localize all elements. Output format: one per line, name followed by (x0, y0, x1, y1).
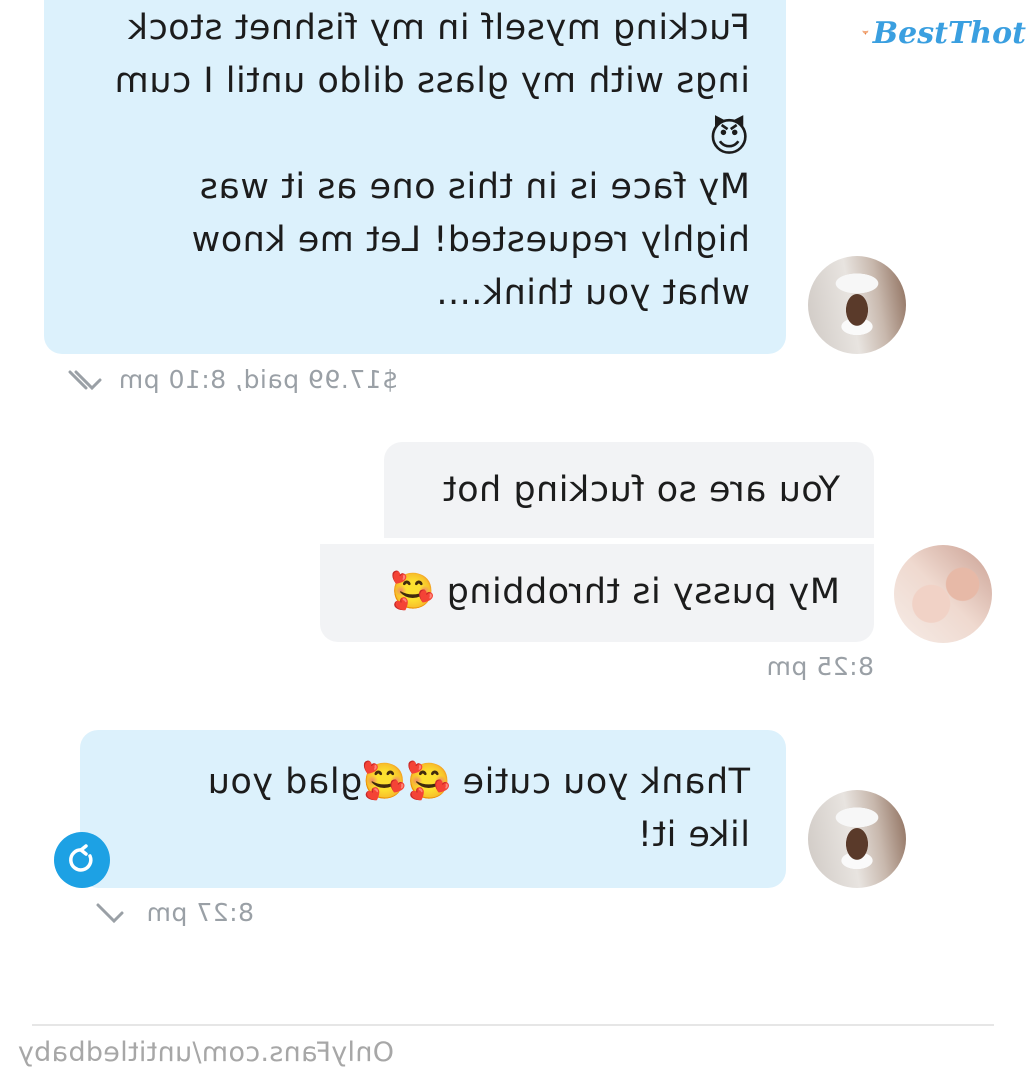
double-check-icon (68, 370, 102, 390)
refresh-glyph (69, 844, 93, 872)
avatar[interactable] (808, 256, 906, 354)
message-text-line: what you think.... (435, 273, 750, 313)
message-text-line: Thank you cutie 🥰🥰glad you (207, 762, 750, 802)
meta-text: 8:25 pm (766, 652, 874, 681)
message-text-line: highly requested! Let me know (191, 220, 750, 260)
message-bubble-sent[interactable]: My pussy is throbbing 🥰 (320, 544, 874, 642)
message-text-line: ings with my glass dildo until I cum (114, 61, 750, 101)
message-text-line: My face is in this one as it was (199, 167, 750, 207)
avatar[interactable] (808, 790, 906, 888)
message-bubble-sent[interactable]: You are so fucking hot (384, 442, 874, 538)
chat-thread: Fucking myself in my fishnet stock ings … (0, 0, 1026, 1080)
meta-text: $17.99 paid, 8:10 pm (118, 365, 398, 394)
refresh-icon[interactable] (54, 832, 110, 888)
footer-divider (32, 1024, 994, 1026)
avatar[interactable] (894, 545, 992, 643)
watermark-text: BestThot (872, 15, 1026, 51)
message-text: My pussy is throbbing 🥰 (390, 572, 840, 612)
bikini-logo-icon (862, 30, 869, 36)
message-bubble-received[interactable]: Thank you cutie 🥰🥰glad you like it! (80, 730, 786, 888)
meta-text: 8:27 pm (146, 898, 254, 927)
devil-emoji: 😈 (707, 115, 750, 161)
message-meta: $17.99 paid, 8:10 pm (58, 365, 398, 394)
check-icon (96, 903, 124, 923)
message-text-line: like it! (637, 815, 750, 855)
message-bubble-paid[interactable]: Fucking myself in my fishnet stock ings … (44, 0, 786, 354)
message-text-line: Fucking myself in my fishnet stock (127, 8, 750, 48)
message-meta: 8:25 pm (766, 652, 874, 681)
footer-url[interactable]: OnlyFans.com/untitledbaby (18, 1037, 394, 1068)
message-meta: 8:27 pm (86, 898, 254, 927)
message-text-line: 😈 (74, 108, 750, 161)
watermark: BestThot (862, 3, 1026, 63)
message-text: You are so fucking hot (442, 470, 840, 510)
